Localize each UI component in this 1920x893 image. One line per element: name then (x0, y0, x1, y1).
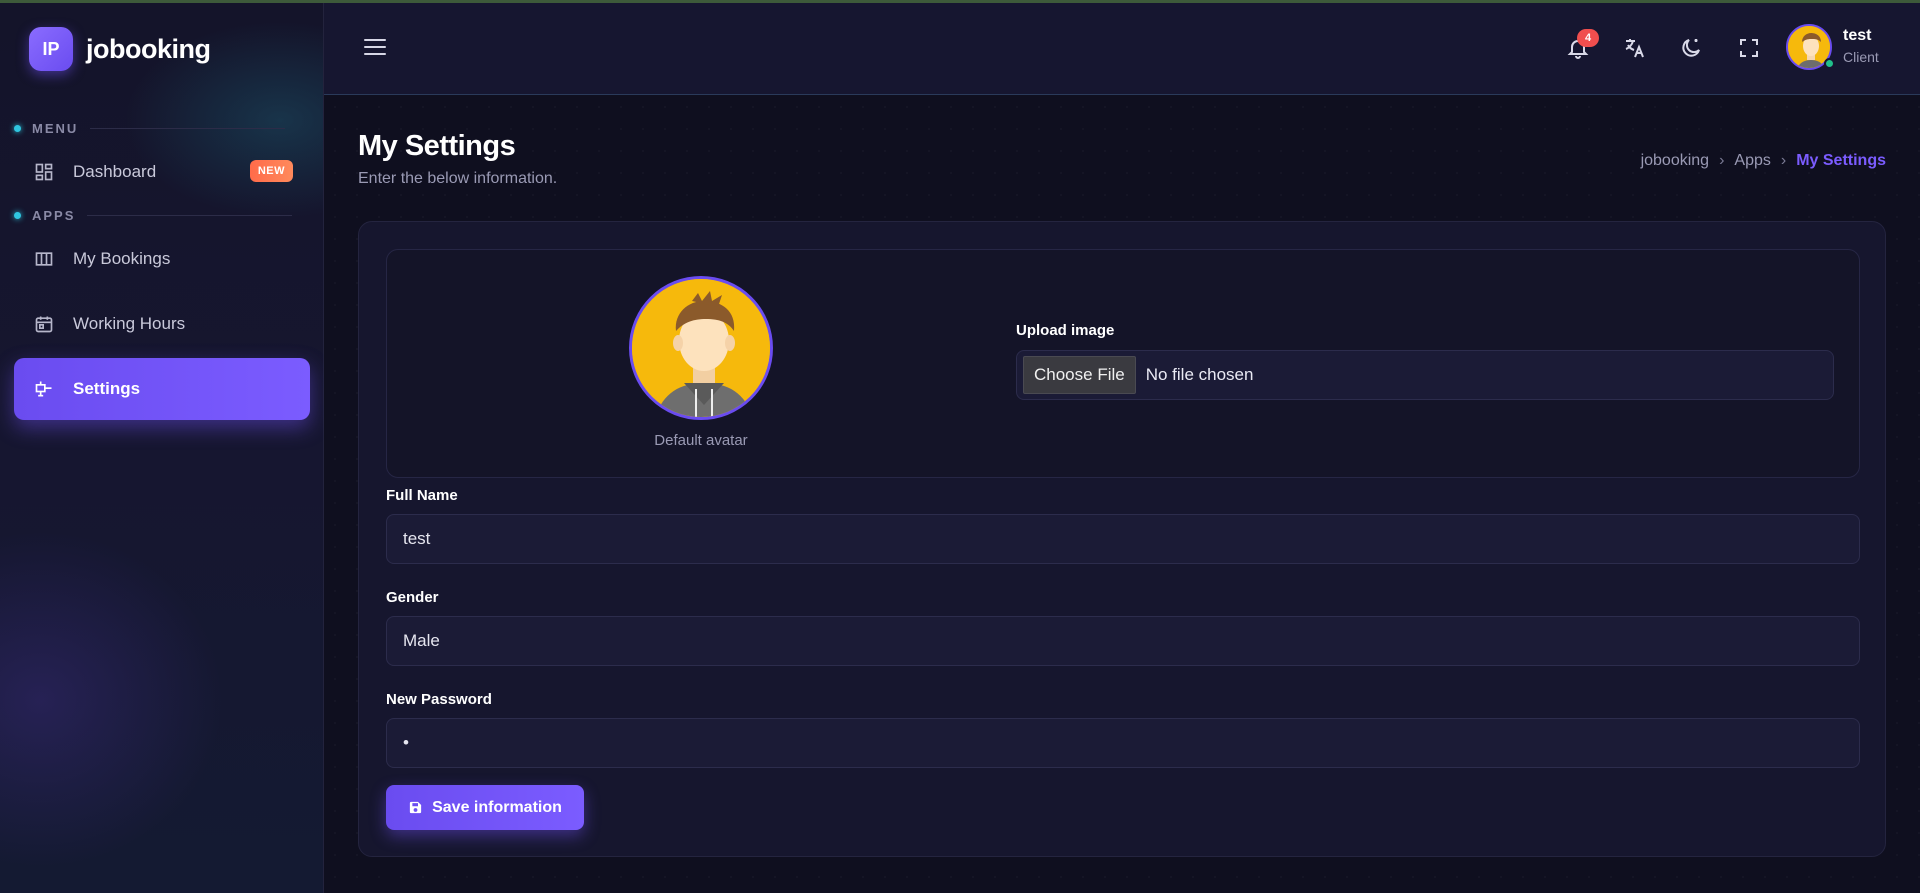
gender-label: Gender (386, 589, 439, 606)
section-divider (87, 215, 293, 216)
settings-icon (33, 378, 55, 400)
section-label-apps: APPS (14, 208, 293, 223)
sidebar-item-label: My Bookings (73, 249, 171, 268)
avatar-upload-box: Default avatar Upload image Choose File … (386, 249, 1860, 478)
brand[interactable]: IP jobooking (29, 27, 211, 71)
settings-card: Default avatar Upload image Choose File … (358, 221, 1886, 857)
top-accent-line (0, 0, 1920, 3)
breadcrumb-current: My Settings (1796, 152, 1886, 169)
sidebar-item-my-bookings[interactable]: My Bookings (14, 231, 310, 287)
columns-icon (33, 248, 55, 270)
page-subtitle: Enter the below information. (358, 170, 558, 187)
chevron-right-icon: › (1719, 152, 1725, 169)
sidebar-item-label: Dashboard (73, 162, 157, 181)
page-title: My Settings (358, 130, 516, 162)
chevron-right-icon: › (1780, 152, 1787, 169)
file-upload-input[interactable]: Choose File No file chosen (1016, 350, 1834, 400)
breadcrumb-link-home[interactable]: jobooking (1641, 152, 1710, 170)
upload-image-label: Upload image (1016, 322, 1115, 339)
new-badge: NEW (249, 160, 293, 182)
moon-icon[interactable] (1678, 35, 1704, 61)
bell-icon[interactable]: 4 (1565, 29, 1599, 61)
full-name-input[interactable]: test (386, 514, 1860, 564)
menu-icon[interactable] (364, 39, 386, 57)
top-header: 4 test Client (324, 3, 1920, 95)
user-role: Client (1843, 49, 1879, 65)
fullscreen-icon[interactable] (1736, 35, 1762, 61)
sidebar-item-working-hours[interactable]: Working Hours (14, 296, 310, 352)
calendar-icon (33, 313, 55, 335)
main-content: My Settings Enter the below information.… (324, 96, 1920, 893)
save-button-label: Save information (432, 798, 562, 816)
save-icon (409, 801, 422, 814)
brand-name: jobooking (86, 33, 211, 64)
breadcrumb-link-apps[interactable]: Apps (1734, 152, 1770, 170)
online-status-dot (1824, 58, 1835, 69)
sidebar-item-dashboard[interactable]: Dashboard NEW (14, 144, 310, 200)
brand-logo: IP (29, 27, 73, 71)
breadcrumb: jobooking › Apps › My Settings (1641, 152, 1886, 170)
save-button[interactable]: Save information (386, 785, 584, 830)
sidebar-item-label: Working Hours (73, 314, 186, 333)
section-dot (14, 125, 21, 132)
sidebar: IP jobooking MENU Dashboard NEW APPS My … (0, 0, 324, 893)
section-label-menu: MENU (14, 121, 286, 136)
section-divider (90, 128, 286, 129)
avatar-caption: Default avatar (654, 432, 748, 449)
full-name-label: Full Name (386, 487, 458, 504)
gender-input[interactable]: Male (386, 616, 1860, 666)
default-avatar-image (629, 276, 773, 420)
notification-count: 4 (1577, 29, 1599, 47)
choose-file-button[interactable]: Choose File (1023, 356, 1136, 394)
file-status-text: No file chosen (1145, 365, 1254, 384)
translate-icon[interactable] (1621, 35, 1647, 61)
password-label: New Password (386, 691, 492, 708)
sidebar-item-label: Settings (73, 379, 141, 398)
section-dot (14, 212, 21, 219)
password-input[interactable]: • (386, 718, 1860, 768)
user-name: test (1843, 27, 1872, 44)
sidebar-item-settings[interactable]: Settings (14, 358, 310, 420)
dashboard-icon (33, 161, 55, 183)
